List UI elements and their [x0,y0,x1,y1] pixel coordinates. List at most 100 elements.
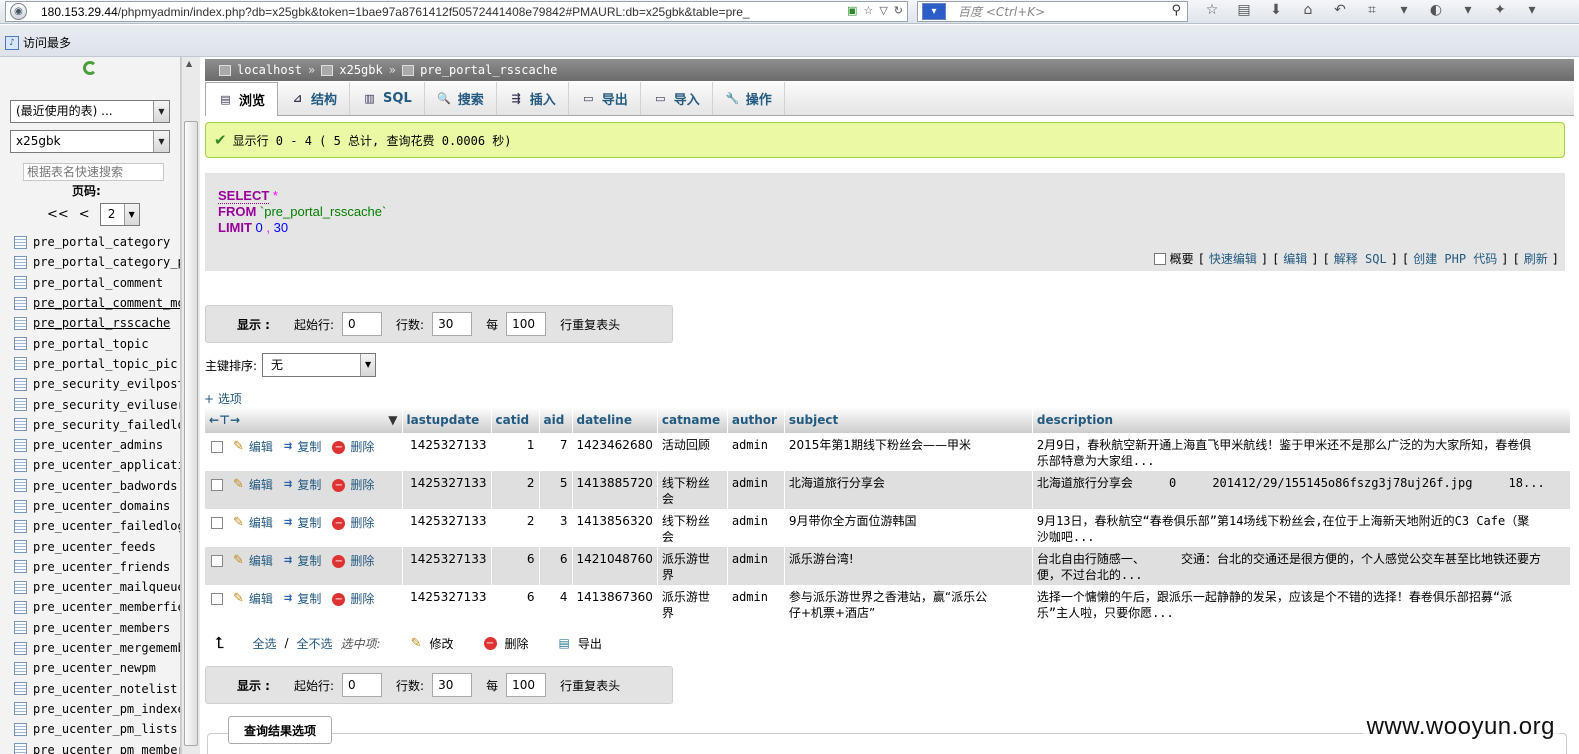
cell-aid[interactable]: 7 [539,433,573,471]
row-edit-link[interactable]: 编辑 [249,591,273,607]
column-header-dateline[interactable]: dateline [572,407,658,433]
cell-lastupdate[interactable]: 1425327133 [402,471,492,509]
sidebar-table-item[interactable]: pre_portal_category [14,232,180,252]
crop-icon[interactable]: ⌗ [1356,2,1388,18]
pager-prev-button[interactable]: < [79,207,90,222]
tab-2[interactable]: ▥ SQL [350,82,425,115]
table-icon[interactable] [14,458,27,472]
row-edit-link[interactable]: 编辑 [249,553,273,569]
table-icon[interactable] [14,255,27,269]
repeat-header-input[interactable]: 100 [506,673,547,697]
sidebar-table-item[interactable]: pre_portal_category_pe [14,252,180,272]
left-arrow-icon[interactable]: ← [209,413,219,427]
delete-icon[interactable]: − [332,592,346,606]
cell-description[interactable]: 台北自由行随感一、 交通：台北的交通还是很方便的，个人感觉公交车甚至比地铁还要方… [1032,547,1571,585]
table-icon[interactable] [14,722,27,736]
cell-catid[interactable]: 6 [491,585,540,623]
uncheck-all-link[interactable]: 全不选 [297,635,333,652]
cell-description[interactable]: 选择一个慵懒的午后，跟派乐一起静静的发呆，应该是个不错的选择！春卷俱乐部招募“派… [1032,585,1571,623]
row-delete-link[interactable]: 删除 [350,439,374,455]
cell-lastupdate[interactable]: 1425327133 [402,433,492,471]
sidebar-table-item[interactable]: pre_portal_comment_mo [14,293,180,313]
column-header-lastupdate[interactable]: lastupdate [402,407,492,433]
table-icon[interactable] [14,540,27,554]
sidebar-table-label[interactable]: pre_security_evilpost [33,377,180,391]
table-icon[interactable] [14,235,27,249]
column-header-description[interactable]: description [1032,407,1571,433]
cell-lastupdate[interactable]: 1425327133 [402,509,492,547]
column-header-catid[interactable]: catid [491,407,540,433]
column-header-catname[interactable]: catname [657,407,728,433]
query-results-options-legend[interactable]: 查询结果选项 [228,716,332,744]
sort-menu-icon[interactable]: ▼ [388,413,397,427]
table-icon[interactable] [14,398,27,412]
cell-dateline[interactable]: 1413885720 [572,471,658,509]
shield-icon[interactable]: ▣ [847,4,857,17]
sidebar-table-label[interactable]: pre_ucenter_pm_lists [33,722,178,736]
addon-icon[interactable]: ◐ [1420,2,1452,18]
tab-0[interactable]: ▤ 浏览 [205,82,279,116]
cell-dateline[interactable]: 1413867360 [572,585,658,623]
cell-catid[interactable]: 1 [491,433,540,471]
table-icon[interactable] [14,661,27,675]
copy-icon[interactable]: ⇉ [284,477,292,493]
tab-5[interactable]: ▭ 导出 [569,82,641,115]
explain-sql-link[interactable]: 解释 SQL [1334,250,1387,267]
sidebar-table-item[interactable]: pre_ucenter_mailqueue [14,577,180,597]
recent-tables-select[interactable]: (最近使用的表) ... ▼ [10,100,170,123]
cell-subject[interactable]: 参与派乐游世界之香港站，赢“派乐公 仔+机票+酒店” [784,585,1033,623]
cell-author[interactable]: admin [727,433,785,471]
star-dropdown-icon[interactable]: ☆ [863,4,873,17]
extension-icon[interactable]: ✦ [1484,2,1516,18]
copy-icon[interactable]: ⇉ [284,515,292,531]
table-icon[interactable] [14,337,27,351]
sidebar-table-item[interactable]: pre_security_failedlog [14,415,180,435]
sidebar-table-label[interactable]: pre_ucenter_members [33,621,170,635]
sidebar-table-label[interactable]: pre_ucenter_pm_indexe [33,702,180,716]
undo-icon[interactable]: ↶ [1324,2,1356,18]
sidebar-table-label[interactable]: pre_ucenter_badwords [33,479,178,493]
cell-catname[interactable]: 线下粉丝 会 [657,471,728,509]
cell-description[interactable]: 9月13日，春秋航空“春卷俱乐部”第14场线下粉丝会,在位于上海新天地附近的C3… [1032,509,1571,547]
column-header-author[interactable]: author [727,407,785,433]
cell-catname[interactable]: 派乐游世 界 [657,585,728,623]
pencil-icon[interactable]: ✎ [233,439,244,455]
tab-7[interactable]: 🔧 操作 [713,82,785,115]
sidebar-table-label[interactable]: pre_ucenter_mergemembe [33,641,180,655]
cell-subject[interactable]: 9月带你全方面位游韩国 [784,509,1033,547]
sidebar-table-label[interactable]: pre_ucenter_newpm [33,661,156,675]
cell-subject[interactable]: 2015年第1期线下粉丝会——甲米 [784,433,1033,471]
sidebar-table-item[interactable]: pre_ucenter_failedlogi [14,516,180,536]
tab-4[interactable]: ⇶ 插入 [497,82,569,115]
table-icon[interactable] [14,479,27,493]
table-icon[interactable] [14,743,27,754]
check-all-link[interactable]: 全选 [252,635,276,652]
delete-icon[interactable]: − [332,440,346,454]
sidebar-table-label[interactable]: pre_portal_topic_pic [33,357,178,371]
cell-author[interactable]: admin [727,509,785,547]
sidebar-table-label[interactable]: pre_ucenter_notelist [33,682,178,696]
row-copy-link[interactable]: 复制 [297,439,321,455]
options-toggle[interactable]: + 选项 [204,390,242,407]
cell-catname[interactable]: 派乐游世 界 [657,547,728,585]
sidebar-table-label[interactable]: pre_ucenter_mailqueue [33,580,180,594]
sort-select[interactable]: 无 ▼ [262,353,377,377]
sidebar-table-label[interactable]: pre_portal_category [33,235,170,249]
reload-nav-icon[interactable] [83,61,97,75]
sidebar-table-item[interactable]: pre_ucenter_domains [14,496,180,516]
row-checkbox[interactable] [211,555,223,567]
database-select[interactable]: x25gbk ▼ [10,130,170,153]
copy-icon[interactable]: ⇉ [284,553,292,569]
table-icon[interactable] [14,519,27,533]
sidebar-table-label[interactable]: pre_portal_topic [33,337,149,351]
start-row-input[interactable]: 0 [342,312,383,336]
home-icon[interactable]: ⌂ [1292,2,1324,18]
sidebar-table-label[interactable]: pre_ucenter_applicatio [33,458,180,472]
sidebar-table-item[interactable]: pre_ucenter_friends [14,557,180,577]
bookmark-most-visited[interactable]: ♪ 访问最多 [5,34,71,51]
delete-icon[interactable]: − [332,478,346,492]
delete-icon[interactable]: − [332,554,346,568]
sidebar-table-item[interactable]: pre_ucenter_pm_member [14,739,180,754]
breadcrumb-server[interactable]: localhost [237,63,302,77]
pager-first-button[interactable]: << [47,207,69,222]
